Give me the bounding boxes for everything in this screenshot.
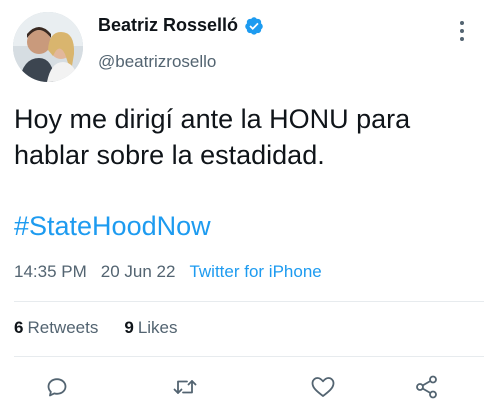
likes-count: 9 xyxy=(124,318,134,337)
more-dot xyxy=(460,21,464,25)
hashtag-link[interactable]: #StateHoodNow xyxy=(14,211,211,242)
heart-icon[interactable] xyxy=(306,370,340,404)
retweet-icon[interactable] xyxy=(168,370,202,404)
retweets-stat[interactable]: 6 Retweets xyxy=(14,318,98,338)
more-dot xyxy=(460,29,464,33)
action-bar xyxy=(0,360,500,416)
author-name-row: Beatriz Rosselló xyxy=(98,15,264,36)
tweet-date[interactable]: 20 Jun 22 xyxy=(101,262,176,282)
retweets-label: Retweets xyxy=(27,318,99,337)
more-icon[interactable] xyxy=(448,16,476,46)
more-dot xyxy=(460,37,464,41)
tweet-text: Hoy me dirigí ante la HONU para hablar s… xyxy=(14,104,411,170)
share-icon[interactable] xyxy=(410,370,444,404)
tweet-source-link[interactable]: Twitter for iPhone xyxy=(189,262,321,282)
avatar[interactable] xyxy=(13,12,83,82)
reply-icon[interactable] xyxy=(40,370,74,404)
author-display-name[interactable]: Beatriz Rosselló xyxy=(98,15,238,36)
likes-stat[interactable]: 9 Likes xyxy=(124,318,177,338)
tweet-meta: 14:35 PM 20 Jun 22 Twitter for iPhone xyxy=(14,262,322,282)
divider xyxy=(14,356,484,357)
tweet-time[interactable]: 14:35 PM xyxy=(14,262,87,282)
likes-label: Likes xyxy=(137,318,178,337)
divider xyxy=(14,301,484,302)
verified-badge-icon xyxy=(245,16,263,35)
retweets-count: 6 xyxy=(14,318,24,337)
tweet-stats: 6 Retweets 9 Likes xyxy=(14,318,204,338)
author-handle[interactable]: @beatrizrosello xyxy=(98,52,216,72)
